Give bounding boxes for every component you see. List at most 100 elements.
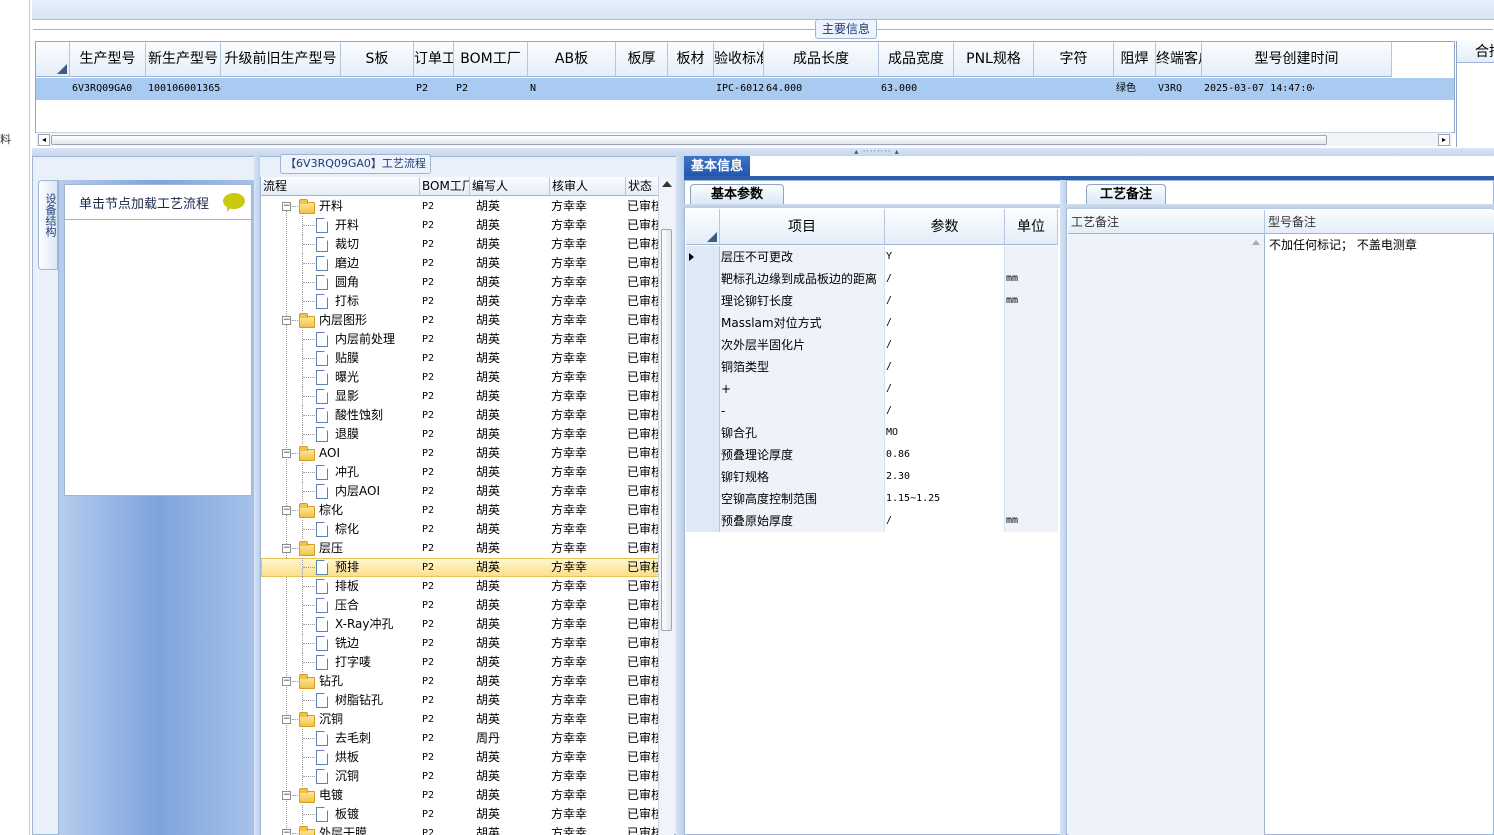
- tree-cell-bom[interactable]: P2: [422, 748, 470, 767]
- param-cell-param[interactable]: 2.30: [885, 466, 1005, 488]
- tree-cell-name[interactable]: 预排: [335, 558, 419, 577]
- param-cell-unit[interactable]: mm: [1005, 290, 1058, 312]
- tree-cell-writer[interactable]: 胡英: [476, 311, 548, 330]
- row-selector[interactable]: [686, 488, 720, 510]
- row-selector[interactable]: [686, 444, 720, 466]
- param-row[interactable]: - /: [686, 400, 1058, 422]
- tree-cell-bom[interactable]: P2: [422, 805, 470, 824]
- tree-cell-writer[interactable]: 胡英: [476, 292, 548, 311]
- tree-cell-writer[interactable]: 胡英: [476, 330, 548, 349]
- scroll-up-arrow-icon[interactable]: [662, 181, 672, 187]
- tree-cell-bom[interactable]: P2: [422, 520, 470, 539]
- tab-process-remark[interactable]: 工艺备注: [1086, 184, 1166, 205]
- tree-cell-name[interactable]: 铣边: [335, 634, 419, 653]
- tree-cell-bom[interactable]: P2: [422, 349, 470, 368]
- tree-cell-status[interactable]: 已审核: [627, 520, 659, 539]
- tree-cell-name[interactable]: 排板: [335, 577, 419, 596]
- tree-cell-reviewer[interactable]: 方幸幸: [551, 615, 625, 634]
- param-cell-unit[interactable]: [1005, 488, 1058, 510]
- tree-cell-writer[interactable]: 胡英: [476, 691, 548, 710]
- tree-cell-reviewer[interactable]: 方幸幸: [551, 558, 625, 577]
- tree-cell-name[interactable]: 棕化: [335, 520, 419, 539]
- model-remark-column-header[interactable]: 型号备注: [1265, 210, 1494, 234]
- tree-cell-writer[interactable]: 胡英: [476, 634, 548, 653]
- tree-cell-status[interactable]: 已审核: [627, 444, 659, 463]
- param-cell-param[interactable]: /: [885, 334, 1005, 356]
- param-cell-item[interactable]: +: [720, 378, 885, 400]
- tree-cell-writer[interactable]: 胡英: [476, 596, 548, 615]
- param-cell-unit[interactable]: [1005, 356, 1058, 378]
- param-cell-item[interactable]: -: [720, 400, 885, 422]
- param-row[interactable]: 靶标孔边缘到成品板边的距离 / mm: [686, 268, 1058, 290]
- tree-cell-name[interactable]: AOI: [319, 444, 419, 463]
- column-header[interactable]: 验收标准: [714, 42, 764, 77]
- param-cell-item[interactable]: 空铆高度控制范围: [720, 488, 885, 510]
- collapse-icon[interactable]: −: [282, 202, 291, 211]
- scroll-right-arrow-icon[interactable]: ▸: [1438, 134, 1450, 146]
- tree-cell-reviewer[interactable]: 方幸幸: [551, 387, 625, 406]
- tree-cell-bom[interactable]: P2: [422, 254, 470, 273]
- param-row[interactable]: 铜箔类型 /: [686, 356, 1058, 378]
- tree-cell-reviewer[interactable]: 方幸幸: [551, 463, 625, 482]
- param-row[interactable]: + /: [686, 378, 1058, 400]
- table-cell[interactable]: [668, 78, 714, 100]
- tree-column-header[interactable]: 流程: [261, 177, 420, 196]
- param-column-header[interactable]: 项目: [720, 209, 885, 245]
- table-cell[interactable]: [1034, 78, 1114, 100]
- tree-cell-writer[interactable]: 胡英: [476, 653, 548, 672]
- tree-cell-bom[interactable]: P2: [422, 330, 470, 349]
- remark-column-header[interactable]: 工艺备注: [1068, 210, 1265, 234]
- param-column-header[interactable]: 单位: [1005, 209, 1058, 245]
- tree-cell-writer[interactable]: 胡英: [476, 425, 548, 444]
- param-cell-item[interactable]: Masslam对位方式: [720, 312, 885, 334]
- tree-cell-bom[interactable]: P2: [422, 197, 470, 216]
- tree-cell-status[interactable]: 已审核: [627, 197, 659, 216]
- basic-params-grid[interactable]: 项目 参数 单位 层压不可更改 Y 靶标孔边缘到成品板边的距离 / mm 理论铆钉长度 / mm Ma…: [686, 209, 1058, 539]
- speech-bubble-icon[interactable]: [223, 193, 245, 212]
- param-cell-unit[interactable]: [1005, 246, 1058, 268]
- column-header[interactable]: 成品宽度: [879, 42, 954, 77]
- tree-cell-reviewer[interactable]: 方幸幸: [551, 292, 625, 311]
- tab-equipment-structure[interactable]: 设备结构: [38, 180, 58, 270]
- tree-cell-status[interactable]: 已审核: [627, 254, 659, 273]
- table-cell[interactable]: IPC-6012 Ⅱ级: [714, 78, 764, 100]
- param-cell-item[interactable]: 铆钉规格: [720, 466, 885, 488]
- column-header[interactable]: 生产型号: [70, 42, 146, 77]
- tree-cell-status[interactable]: 已审核: [627, 292, 659, 311]
- row-selector[interactable]: [686, 422, 720, 444]
- param-cell-unit[interactable]: [1005, 400, 1058, 422]
- param-cell-unit[interactable]: mm: [1005, 510, 1058, 532]
- param-cell-unit[interactable]: [1005, 422, 1058, 444]
- column-header[interactable]: 终端客户代码: [1156, 42, 1202, 77]
- tree-cell-status[interactable]: 已审核: [627, 824, 659, 835]
- collapse-icon[interactable]: −: [282, 506, 291, 515]
- table-cell[interactable]: 64.000: [764, 78, 879, 100]
- tree-cell-status[interactable]: 已审核: [627, 596, 659, 615]
- collapse-icon[interactable]: −: [282, 316, 291, 325]
- tree-cell-bom[interactable]: P2: [422, 786, 470, 805]
- tree-cell-writer[interactable]: 胡英: [476, 197, 548, 216]
- param-cell-param[interactable]: /: [885, 312, 1005, 334]
- column-header[interactable]: S板: [341, 42, 414, 77]
- tree-cell-bom[interactable]: P2: [422, 406, 470, 425]
- tree-cell-name[interactable]: 冲孔: [335, 463, 419, 482]
- param-cell-item[interactable]: 靶标孔边缘到成品板边的距离: [720, 268, 885, 290]
- tree-cell-status[interactable]: 已审核: [627, 311, 659, 330]
- main-info-grid[interactable]: 生产型号新生产型号升级前旧生产型号S板订单工厂BOM工厂AB板板厚板材验收标准成…: [35, 41, 1455, 133]
- tree-cell-name[interactable]: 钻孔: [319, 672, 419, 691]
- tree-cell-status[interactable]: 已审核: [627, 748, 659, 767]
- param-row[interactable]: 铆合孔 MO: [686, 422, 1058, 444]
- tree-cell-bom[interactable]: P2: [422, 653, 470, 672]
- row-selector[interactable]: [686, 268, 720, 290]
- tree-cell-reviewer[interactable]: 方幸幸: [551, 349, 625, 368]
- tree-cell-bom[interactable]: P2: [422, 767, 470, 786]
- row-selector[interactable]: [686, 246, 720, 268]
- tree-cell-reviewer[interactable]: 方幸幸: [551, 197, 625, 216]
- column-header[interactable]: 订单工厂: [414, 42, 454, 77]
- tree-cell-name[interactable]: 酸性蚀刻: [335, 406, 419, 425]
- tree-cell-status[interactable]: 已审核: [627, 710, 659, 729]
- table-cell[interactable]: [616, 78, 668, 100]
- tree-cell-writer[interactable]: 胡英: [476, 824, 548, 835]
- tree-cell-writer[interactable]: 胡英: [476, 254, 548, 273]
- param-cell-item[interactable]: 预叠理论厚度: [720, 444, 885, 466]
